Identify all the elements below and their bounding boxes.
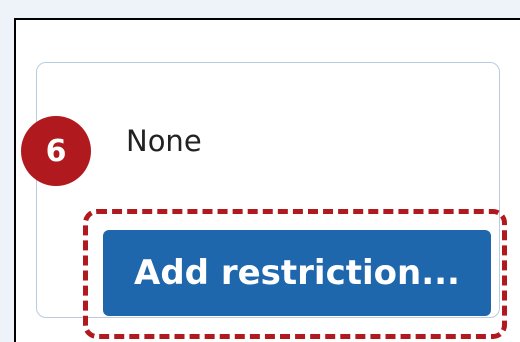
restrictions-card: None Add restriction... (36, 62, 507, 339)
step-number-badge: 6 (21, 116, 91, 186)
restrictions-status-text: None (126, 124, 202, 158)
add-restriction-button[interactable]: Add restriction... (103, 230, 491, 316)
restrictions-panel: None Add restriction... (14, 18, 520, 342)
